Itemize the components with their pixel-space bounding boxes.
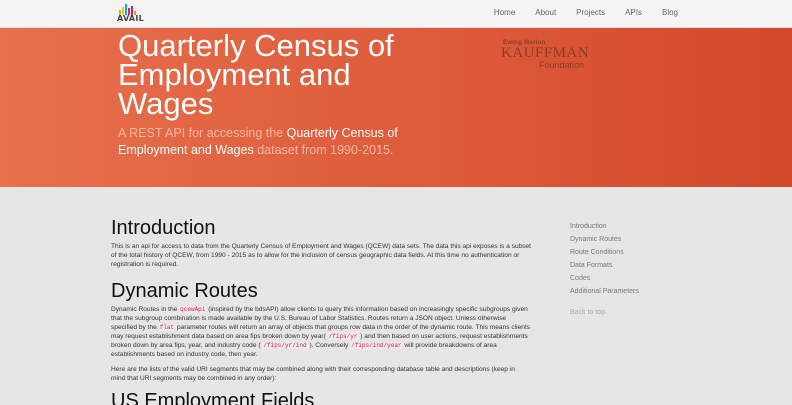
sponsor-bottom: Foundation [539,60,585,70]
top-navbar: AVAIL Home About Projects APIs Blog [0,0,792,28]
nav-apis-link[interactable]: APIs [625,8,642,17]
uri-segments-text: Here are the lists of the valid URI segm… [111,366,515,382]
inline-code: /fips/ind/year [350,342,403,349]
inline-code: /fips/yr/ind [262,342,308,349]
us-employment-fields-heading: US Employment Fields [111,390,315,405]
nav-home-link[interactable]: Home [494,8,515,17]
nav-projects-link[interactable]: Projects [576,8,605,17]
sidebar-item-dynamic-routes[interactable]: Dynamic Routes [570,233,690,246]
sidebar-item-data-formats[interactable]: Data Formats [570,259,690,272]
avail-logo[interactable]: AVAIL [117,4,145,24]
back-to-top-link[interactable]: Back to top [570,309,690,316]
nav-about-link[interactable]: About [535,8,556,17]
hero-subtitle: A REST API for accessing the Quarterly C… [118,125,418,159]
introduction-text: This is an api for access to data from t… [111,243,531,268]
nav-links: Home About Projects APIs Blog [474,8,678,17]
main-content: Introduction This is an api for access t… [111,187,531,405]
inline-code: qcewApi [179,306,207,313]
sidebar-nav: Introduction Dynamic Routes Route Condit… [570,220,690,316]
dynamic-routes-heading: Dynamic Routes [111,280,258,302]
inline-code: /fips/yr [327,333,359,340]
logo-text: AVAIL [117,14,145,23]
text-segment: ). Conversely [307,342,351,349]
sidebar-item-route-conditions[interactable]: Route Conditions [570,246,690,259]
introduction-heading: Introduction [111,217,216,239]
sponsor-main: KAUFFMAN [501,45,590,61]
page-title: Quarterly Census of Employment and Wages [118,28,394,121]
subtitle-text: A REST API for accessing the [118,126,287,140]
sidebar-item-codes[interactable]: Codes [570,272,690,285]
kauffman-foundation-logo: Ewing Marion KAUFFMAN Foundation [501,40,611,70]
nav-blog-link[interactable]: Blog [662,8,678,17]
inline-code: flat [158,324,176,331]
sidebar-item-additional-parameters[interactable]: Additional Parameters [570,285,690,298]
text-segment: Dynamic Routes in the [111,306,180,313]
dynamic-routes-text: Dynamic Routes in the qcewApi (inspired … [111,305,531,359]
sidebar-item-introduction[interactable]: Introduction [570,220,690,233]
hero-banner: Quarterly Census of Employment and Wages… [0,28,792,187]
subtitle-text: dataset from 1990-2015. [253,143,394,157]
